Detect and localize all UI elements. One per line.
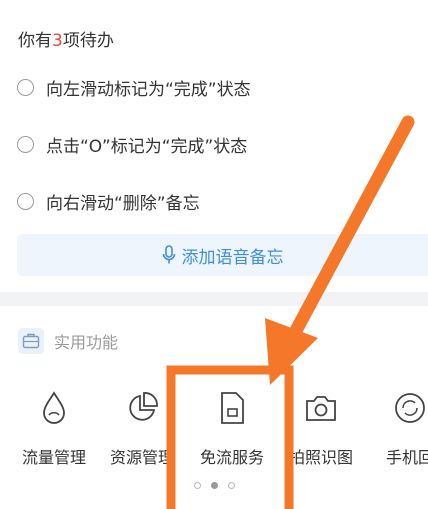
camera-icon (304, 384, 338, 432)
todo-item-label: 向左滑动标记为“完成”状态 (46, 79, 251, 100)
tool-free-data-service[interactable]: 免流服务 (187, 384, 277, 468)
add-voice-memo-button[interactable]: 添加语音备忘 (17, 234, 428, 276)
features-card: 实用功能 流量管理 资源管理 免流服务 拍照识图 手机回 (0, 306, 428, 509)
tool-traffic-management[interactable]: 流量管理 (9, 384, 99, 468)
tools-carousel[interactable]: 流量管理 资源管理 免流服务 拍照识图 手机回 (0, 384, 428, 474)
sim-card-icon (218, 384, 246, 432)
todo-checkbox[interactable] (17, 135, 34, 153)
todo-item-label: 点击“O”标记为“完成”状态 (46, 136, 248, 157)
todo-item-tap-complete[interactable]: 点击“O”标记为“完成”状态 (17, 131, 247, 157)
tool-photo-recognition[interactable]: 拍照识图 (276, 384, 366, 468)
page-dot[interactable] (227, 482, 235, 489)
todo-item-swipe-right[interactable]: 向右滑动“删除”备忘 (17, 188, 200, 214)
water-drop-icon (41, 384, 67, 432)
todo-header: 你有3项待办 (18, 26, 114, 51)
pie-chart-icon (125, 384, 159, 432)
todo-card: 你有3项待办 向左滑动标记为“完成”状态 点击“O”标记为“完成”状态 向右滑动… (0, 0, 428, 292)
todo-item-label: 向右滑动“删除”备忘 (46, 193, 200, 214)
todo-checkbox[interactable] (17, 78, 34, 96)
page-dot[interactable] (193, 482, 201, 489)
tool-label: 手机回 (385, 448, 428, 467)
tool-label: 拍照识图 (288, 448, 353, 467)
recycle-icon (393, 384, 427, 432)
todo-header-prefix: 你有 (18, 31, 52, 51)
tool-label: 免流服务 (199, 448, 264, 467)
tool-label: 资源管理 (109, 448, 174, 467)
tool-phone-recycle[interactable]: 手机回 (365, 384, 428, 468)
tool-label: 流量管理 (21, 448, 86, 467)
tool-resource-management[interactable]: 资源管理 (97, 384, 187, 468)
page-dot-active[interactable] (210, 482, 218, 489)
features-section-title: 实用功能 (18, 328, 118, 354)
features-title-label: 实用功能 (54, 333, 119, 352)
toolbox-icon (18, 328, 44, 354)
todo-item-swipe-left[interactable]: 向左滑动标记为“完成”状态 (17, 74, 251, 100)
todo-header-suffix: 项待办 (62, 31, 114, 51)
add-voice-memo-label: 添加语音备忘 (181, 247, 284, 268)
todo-count: 3 (52, 31, 63, 51)
carousel-pagination (0, 482, 428, 489)
microphone-icon (162, 245, 175, 264)
todo-checkbox[interactable] (17, 192, 34, 210)
